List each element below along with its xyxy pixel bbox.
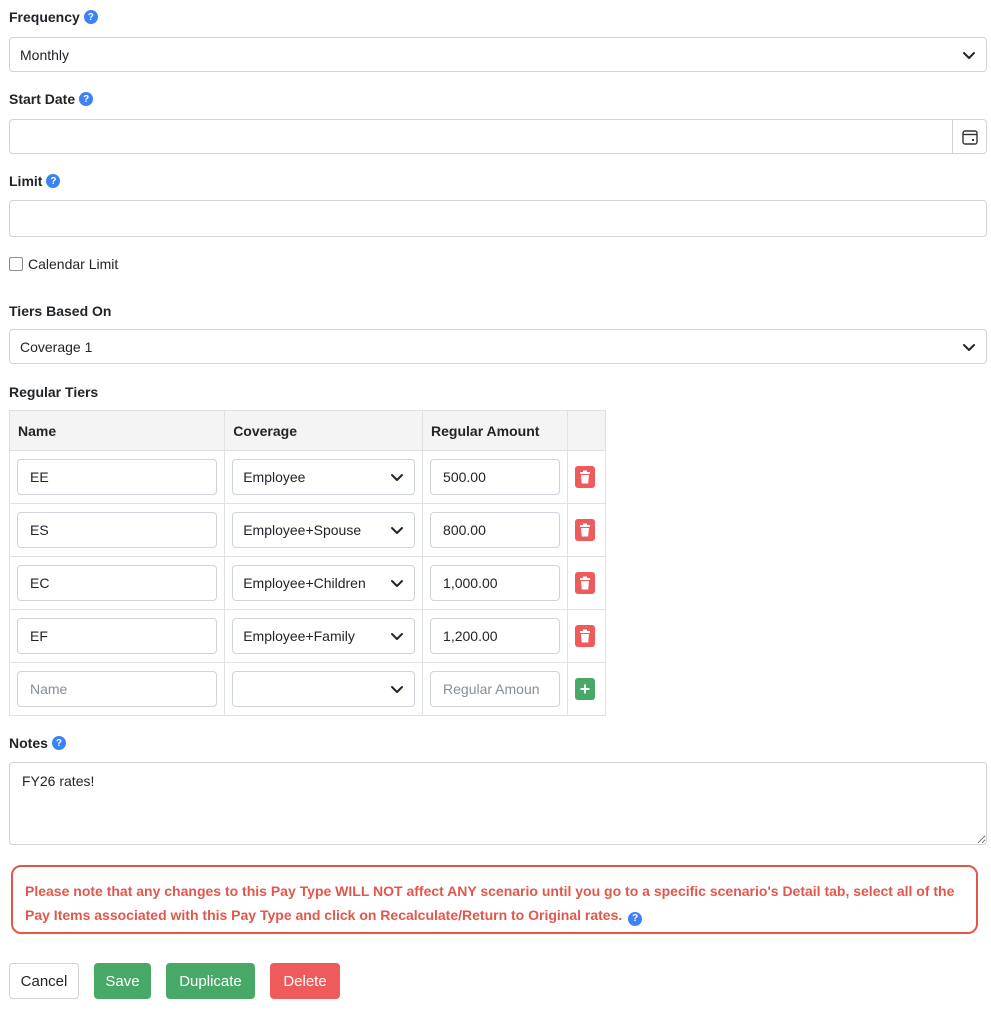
start-date-input[interactable] [9, 119, 987, 154]
duplicate-button[interactable]: Duplicate [166, 963, 255, 999]
new-tier-name-input[interactable]: Name [17, 671, 218, 707]
tier-coverage-select[interactable]: Employee+Children [232, 565, 416, 601]
regular-tiers-table: Name Coverage Regular Amount EE Employee… [8, 410, 607, 716]
plus-icon [580, 684, 590, 694]
tiers-based-on-label: Tiers Based On [9, 303, 111, 319]
calendar-limit-row: Calendar Limit [9, 256, 118, 272]
chevron-down-icon [391, 474, 404, 481]
start-date-label: Start Date ? [9, 91, 94, 107]
chevron-down-icon [391, 686, 404, 693]
limit-input[interactable] [9, 200, 987, 237]
tier-amount-input[interactable]: 500.00 [430, 459, 560, 495]
add-tier-button[interactable] [574, 678, 595, 700]
table-header-row: Name Coverage Regular Amount [8, 410, 607, 451]
column-header-name: Name [8, 410, 226, 451]
new-tier-coverage-select[interactable] [232, 671, 416, 707]
notes-label-text: Notes [9, 735, 48, 751]
table-row: EF Employee+Family 1,200.00 [8, 609, 607, 663]
help-icon[interactable]: ? [79, 92, 94, 106]
help-icon[interactable]: ? [628, 912, 643, 926]
tiers-based-on-select[interactable]: Coverage 1 [9, 329, 987, 364]
tier-name-input[interactable]: EC [17, 565, 218, 601]
tier-coverage-value: Employee+Family [243, 628, 355, 644]
column-header-regular-amount: Regular Amount [422, 410, 568, 451]
tier-coverage-value: Employee+Spouse [243, 522, 362, 538]
limit-label: Limit ? [9, 173, 61, 189]
delete-tier-button[interactable] [574, 625, 595, 647]
help-icon[interactable]: ? [83, 10, 98, 24]
trash-icon [579, 576, 590, 590]
new-tier-amount-input[interactable]: Regular Amoun [430, 671, 560, 707]
delete-tier-button[interactable] [574, 572, 595, 594]
regular-tiers-label: Regular Tiers [9, 384, 98, 400]
calendar-limit-checkbox[interactable] [9, 257, 23, 271]
delete-button[interactable]: Delete [270, 963, 340, 999]
notes-textarea[interactable]: FY26 rates! [9, 762, 987, 845]
start-date-label-text: Start Date [9, 91, 76, 107]
tier-name-input[interactable]: EF [17, 618, 218, 654]
tier-coverage-select[interactable]: Employee+Family [232, 618, 416, 654]
limit-label-text: Limit [9, 173, 43, 189]
chevron-down-icon [391, 633, 404, 640]
notes-label: Notes ? [9, 735, 66, 751]
chevron-down-icon [963, 343, 975, 351]
table-row: ES Employee+Spouse 800.00 [8, 503, 607, 557]
tier-coverage-value: Employee+Children [243, 575, 366, 591]
delete-tier-button[interactable] [574, 466, 595, 488]
tier-coverage-select[interactable]: Employee+Spouse [232, 512, 416, 548]
chevron-down-icon [963, 51, 975, 59]
help-icon[interactable]: ? [51, 736, 66, 750]
column-header-coverage: Coverage [224, 410, 424, 451]
table-row: EC Employee+Children 1,000.00 [8, 556, 607, 610]
calendar-icon [961, 129, 978, 145]
trash-icon [579, 629, 590, 643]
calendar-limit-label: Calendar Limit [28, 256, 119, 272]
tier-name-input[interactable]: EE [17, 459, 218, 495]
tier-amount-input[interactable]: 1,200.00 [430, 618, 560, 654]
frequency-label: Frequency ? [9, 9, 98, 25]
help-icon[interactable]: ? [46, 174, 61, 188]
warning-box: Please note that any changes to this Pay… [11, 865, 978, 934]
warning-text: Please note that any changes to this Pay… [25, 883, 955, 923]
tier-amount-input[interactable]: 800.00 [430, 512, 560, 548]
trash-icon [579, 523, 590, 537]
calendar-button[interactable] [952, 120, 986, 153]
frequency-select[interactable]: Monthly [9, 37, 987, 72]
new-tier-row: Name Regular Amoun [8, 662, 607, 716]
table-row: EE Employee 500.00 [8, 450, 607, 504]
tier-amount-input[interactable]: 1,000.00 [430, 565, 560, 601]
regular-tiers-label-text: Regular Tiers [9, 384, 99, 400]
cancel-button[interactable]: Cancel [9, 963, 79, 999]
chevron-down-icon [391, 580, 404, 587]
column-header-actions [566, 410, 607, 451]
tiers-based-on-label-text: Tiers Based On [9, 303, 112, 319]
frequency-label-text: Frequency [9, 9, 80, 25]
frequency-value: Monthly [20, 46, 70, 63]
trash-icon [579, 470, 590, 484]
pay-type-form: Frequency ? Monthly Start Date ? Limit ?… [0, 0, 991, 1011]
tier-name-input[interactable]: ES [17, 512, 218, 548]
save-button[interactable]: Save [94, 963, 151, 999]
chevron-down-icon [391, 527, 404, 534]
tier-coverage-value: Employee [243, 469, 306, 485]
tiers-based-on-value: Coverage 1 [20, 338, 93, 355]
delete-tier-button[interactable] [574, 519, 595, 541]
tier-coverage-select[interactable]: Employee [232, 459, 416, 495]
